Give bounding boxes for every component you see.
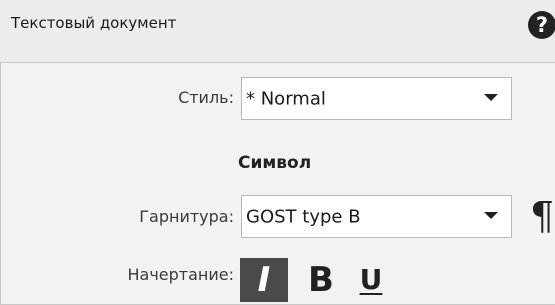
- svg-text:?: ?: [536, 13, 548, 37]
- chevron-down-icon: [484, 94, 498, 101]
- chevron-down-icon: [484, 212, 498, 219]
- format-label: Начертание:: [127, 265, 234, 284]
- section-title-symbol: Символ: [238, 153, 312, 173]
- help-icon[interactable]: ?: [527, 10, 555, 40]
- font-select-value: GOST type B: [246, 206, 361, 227]
- font-select[interactable]: GOST type B: [241, 195, 512, 238]
- font-label: Гарнитура:: [139, 207, 234, 226]
- panel-title: Текстовый документ: [11, 14, 177, 32]
- underline-button[interactable]: U: [350, 258, 392, 302]
- style-label: Стиль:: [178, 88, 234, 107]
- italic-button[interactable]: I: [240, 258, 288, 302]
- style-select-value: * Normal: [246, 88, 326, 109]
- italic-icon: I: [257, 260, 271, 300]
- paragraph-marks-icon[interactable]: ¶: [530, 197, 554, 235]
- bold-button[interactable]: B: [300, 258, 342, 302]
- style-select[interactable]: * Normal: [241, 77, 512, 120]
- panel-header: Текстовый документ ?: [0, 0, 555, 63]
